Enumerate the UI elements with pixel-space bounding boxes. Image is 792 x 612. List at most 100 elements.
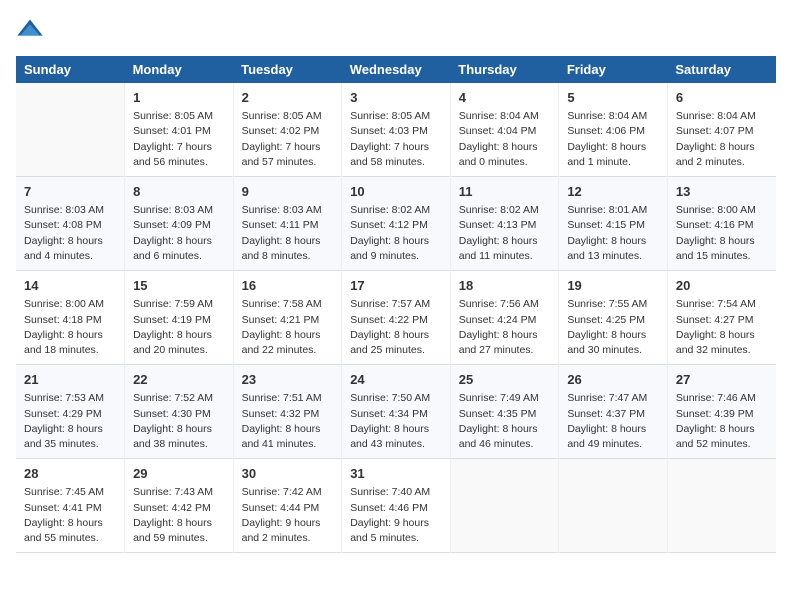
day-number: 6 (676, 89, 768, 107)
calendar-week-row: 7 Sunrise: 8:03 AM Sunset: 4:08 PM Daylig… (16, 177, 776, 271)
day-number: 1 (133, 89, 225, 107)
day-number: 17 (350, 277, 442, 295)
calendar-cell: 25 Sunrise: 7:49 AM Sunset: 4:35 PM Dayli… (450, 365, 559, 459)
day-number: 13 (676, 183, 768, 201)
day-info: Sunrise: 8:04 AM Sunset: 4:06 PM Dayligh… (567, 109, 659, 170)
day-info: Sunrise: 8:02 AM Sunset: 4:12 PM Dayligh… (350, 203, 442, 264)
calendar-cell (16, 83, 125, 177)
calendar-cell: 10 Sunrise: 8:02 AM Sunset: 4:12 PM Dayli… (342, 177, 451, 271)
calendar-cell: 11Sunrise: 8:02 AM Sunset: 4:13 PM Dayli… (450, 177, 559, 271)
day-info: Sunrise: 8:01 AM Sunset: 4:15 PM Dayligh… (567, 203, 659, 264)
day-info: Sunrise: 8:03 AM Sunset: 4:08 PM Dayligh… (24, 203, 116, 264)
calendar-table: SundayMondayTuesdayWednesdayThursdayFrid… (16, 56, 776, 553)
day-info: Sunrise: 7:53 AM Sunset: 4:29 PM Dayligh… (24, 391, 116, 452)
calendar-cell: 29Sunrise: 7:43 AM Sunset: 4:42 PM Dayli… (125, 459, 234, 553)
day-number: 29 (133, 465, 225, 483)
calendar-cell: 27Sunrise: 7:46 AM Sunset: 4:39 PM Dayli… (667, 365, 776, 459)
calendar-cell: 12 Sunrise: 8:01 AM Sunset: 4:15 PM Dayli… (559, 177, 668, 271)
calendar-cell: 30 Sunrise: 7:42 AM Sunset: 4:44 PM Dayli… (233, 459, 342, 553)
day-info: Sunrise: 8:04 AM Sunset: 4:04 PM Dayligh… (459, 109, 551, 170)
day-number: 22 (133, 371, 225, 389)
day-info: Sunrise: 7:56 AM Sunset: 4:24 PM Dayligh… (459, 297, 551, 358)
header-sunday: Sunday (16, 56, 125, 83)
day-info: Sunrise: 7:49 AM Sunset: 4:35 PM Dayligh… (459, 391, 551, 452)
day-number: 26 (567, 371, 659, 389)
day-number: 28 (24, 465, 116, 483)
logo-icon (16, 16, 44, 44)
header-thursday: Thursday (450, 56, 559, 83)
day-number: 9 (242, 183, 334, 201)
calendar-cell: 5 Sunrise: 8:04 AM Sunset: 4:06 PM Daylig… (559, 83, 668, 177)
calendar-cell: 7 Sunrise: 8:03 AM Sunset: 4:08 PM Daylig… (16, 177, 125, 271)
day-info: Sunrise: 8:03 AM Sunset: 4:11 PM Dayligh… (242, 203, 334, 264)
day-info: Sunrise: 8:00 AM Sunset: 4:16 PM Dayligh… (676, 203, 768, 264)
day-info: Sunrise: 8:05 AM Sunset: 4:03 PM Dayligh… (350, 109, 442, 170)
calendar-cell: 8 Sunrise: 8:03 AM Sunset: 4:09 PM Daylig… (125, 177, 234, 271)
day-number: 2 (242, 89, 334, 107)
calendar-cell: 1Sunrise: 8:05 AM Sunset: 4:01 PM Daylig… (125, 83, 234, 177)
day-number: 20 (676, 277, 768, 295)
day-number: 14 (24, 277, 116, 295)
day-number: 4 (459, 89, 551, 107)
day-info: Sunrise: 7:52 AM Sunset: 4:30 PM Dayligh… (133, 391, 225, 452)
day-info: Sunrise: 7:59 AM Sunset: 4:19 PM Dayligh… (133, 297, 225, 358)
calendar-week-row: 21 Sunrise: 7:53 AM Sunset: 4:29 PM Dayli… (16, 365, 776, 459)
day-info: Sunrise: 8:05 AM Sunset: 4:02 PM Dayligh… (242, 109, 334, 170)
day-number: 10 (350, 183, 442, 201)
calendar-cell: 4 Sunrise: 8:04 AM Sunset: 4:04 PM Daylig… (450, 83, 559, 177)
day-number: 23 (242, 371, 334, 389)
day-number: 25 (459, 371, 551, 389)
day-number: 12 (567, 183, 659, 201)
calendar-cell: 17 Sunrise: 7:57 AM Sunset: 4:22 PM Dayli… (342, 271, 451, 365)
day-info: Sunrise: 7:42 AM Sunset: 4:44 PM Dayligh… (242, 485, 334, 546)
calendar-cell: 9 Sunrise: 8:03 AM Sunset: 4:11 PM Daylig… (233, 177, 342, 271)
day-number: 5 (567, 89, 659, 107)
calendar-cell: 21 Sunrise: 7:53 AM Sunset: 4:29 PM Dayli… (16, 365, 125, 459)
day-info: Sunrise: 7:54 AM Sunset: 4:27 PM Dayligh… (676, 297, 768, 358)
day-info: Sunrise: 7:57 AM Sunset: 4:22 PM Dayligh… (350, 297, 442, 358)
calendar-header-row: SundayMondayTuesdayWednesdayThursdayFrid… (16, 56, 776, 83)
day-number: 18 (459, 277, 551, 295)
calendar-week-row: 14 Sunrise: 8:00 AM Sunset: 4:18 PM Dayli… (16, 271, 776, 365)
calendar-cell: 26 Sunrise: 7:47 AM Sunset: 4:37 PM Dayli… (559, 365, 668, 459)
calendar-cell: 20 Sunrise: 7:54 AM Sunset: 4:27 PM Dayli… (667, 271, 776, 365)
day-info: Sunrise: 7:50 AM Sunset: 4:34 PM Dayligh… (350, 391, 442, 452)
day-number: 7 (24, 183, 116, 201)
day-number: 8 (133, 183, 225, 201)
day-info: Sunrise: 7:58 AM Sunset: 4:21 PM Dayligh… (242, 297, 334, 358)
header-tuesday: Tuesday (233, 56, 342, 83)
calendar-cell: 15 Sunrise: 7:59 AM Sunset: 4:19 PM Dayli… (125, 271, 234, 365)
day-info: Sunrise: 7:46 AM Sunset: 4:39 PM Dayligh… (676, 391, 768, 452)
day-info: Sunrise: 8:04 AM Sunset: 4:07 PM Dayligh… (676, 109, 768, 170)
day-number: 3 (350, 89, 442, 107)
day-number: 16 (242, 277, 334, 295)
day-number: 31 (350, 465, 442, 483)
day-number: 30 (242, 465, 334, 483)
day-number: 19 (567, 277, 659, 295)
day-info: Sunrise: 7:55 AM Sunset: 4:25 PM Dayligh… (567, 297, 659, 358)
page-header (16, 16, 776, 44)
header-monday: Monday (125, 56, 234, 83)
calendar-week-row: 1Sunrise: 8:05 AM Sunset: 4:01 PM Daylig… (16, 83, 776, 177)
calendar-cell (450, 459, 559, 553)
calendar-cell: 16 Sunrise: 7:58 AM Sunset: 4:21 PM Dayli… (233, 271, 342, 365)
day-info: Sunrise: 7:47 AM Sunset: 4:37 PM Dayligh… (567, 391, 659, 452)
day-number: 21 (24, 371, 116, 389)
day-info: Sunrise: 7:45 AM Sunset: 4:41 PM Dayligh… (24, 485, 116, 546)
day-number: 24 (350, 371, 442, 389)
day-number: 15 (133, 277, 225, 295)
calendar-cell: 6 Sunrise: 8:04 AM Sunset: 4:07 PM Daylig… (667, 83, 776, 177)
day-number: 11 (459, 183, 551, 201)
day-info: Sunrise: 8:00 AM Sunset: 4:18 PM Dayligh… (24, 297, 116, 358)
day-info: Sunrise: 8:03 AM Sunset: 4:09 PM Dayligh… (133, 203, 225, 264)
calendar-cell: 13 Sunrise: 8:00 AM Sunset: 4:16 PM Dayli… (667, 177, 776, 271)
calendar-cell (559, 459, 668, 553)
calendar-cell (667, 459, 776, 553)
calendar-cell: 19 Sunrise: 7:55 AM Sunset: 4:25 PM Dayli… (559, 271, 668, 365)
day-info: Sunrise: 7:40 AM Sunset: 4:46 PM Dayligh… (350, 485, 442, 546)
calendar-cell: 28 Sunrise: 7:45 AM Sunset: 4:41 PM Dayli… (16, 459, 125, 553)
calendar-cell: 18 Sunrise: 7:56 AM Sunset: 4:24 PM Dayli… (450, 271, 559, 365)
header-friday: Friday (559, 56, 668, 83)
day-info: Sunrise: 7:51 AM Sunset: 4:32 PM Dayligh… (242, 391, 334, 452)
header-wednesday: Wednesday (342, 56, 451, 83)
